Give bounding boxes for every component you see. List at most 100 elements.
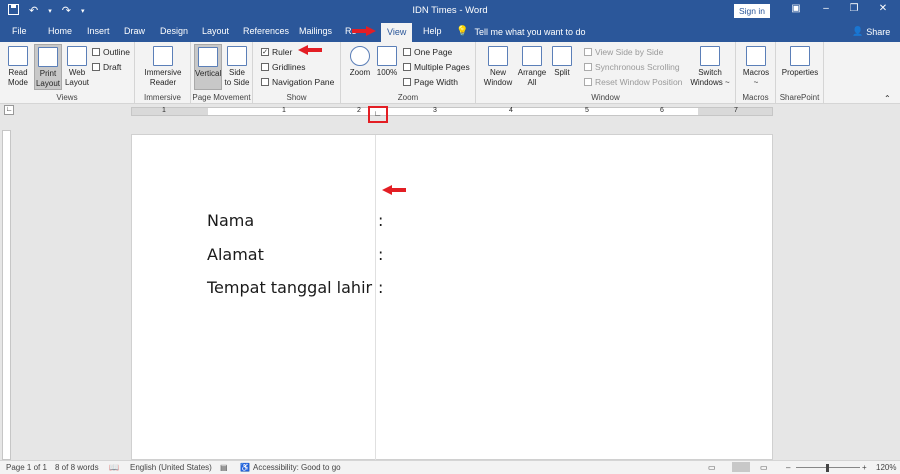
line-nama-label: Nama	[207, 211, 255, 230]
vertical-icon	[198, 47, 218, 67]
navigation-pane-label: Navigation Pane	[272, 77, 335, 87]
vertical-ruler[interactable]	[2, 130, 11, 460]
zoom-100-icon	[377, 46, 397, 66]
share-label: Share	[866, 26, 891, 37]
accessibility-icon[interactable]: ♿	[240, 463, 250, 472]
immersive-group: Immersive Reader Immersive	[135, 42, 191, 104]
multiple-pages-icon	[403, 63, 411, 71]
zoom-out-icon[interactable]: –	[786, 463, 790, 472]
split-button[interactable]: Split	[550, 44, 574, 78]
navigation-pane-check-icon	[261, 78, 269, 86]
tab-file[interactable]: File	[12, 26, 27, 36]
synchronous-scrolling-icon	[584, 63, 592, 71]
tab-design[interactable]: Design	[160, 26, 188, 36]
switch-windows-button[interactable]: Switch Windows ~	[690, 44, 730, 88]
navigation-pane-checkbox[interactable]: Navigation Pane	[261, 77, 334, 87]
title-bar: ↶ ▾ ↷ ▾ IDN Times - Word Sign in ▣ – ❐ ✕	[0, 0, 900, 22]
annotation-arrow-view	[352, 26, 376, 36]
side-to-side-button[interactable]: Side to Side	[224, 44, 250, 88]
collapse-ribbon-icon[interactable]: ⌃	[884, 94, 891, 103]
draft-icon	[92, 63, 100, 71]
share-button[interactable]: 👤 Share	[852, 26, 890, 37]
tab-selector-icon[interactable]: ∟	[4, 105, 14, 115]
page-movement-group-label: Page Movement	[192, 93, 251, 102]
zoom-button[interactable]: Zoom	[347, 44, 373, 78]
tab-guide-line	[375, 135, 376, 461]
zoom-slider-thumb[interactable]	[826, 464, 829, 472]
sharepoint-group-label: SharePoint	[779, 93, 820, 102]
zoom-in-icon[interactable]: +	[862, 463, 867, 472]
magnifier-icon	[350, 46, 370, 66]
document-page[interactable]: Nama : Alamat : Tempat tanggal lahir :	[131, 134, 773, 461]
ruler-checkbox[interactable]: ✓ Ruler	[261, 47, 292, 57]
switch-windows-icon	[700, 46, 720, 66]
show-group-label: Show	[286, 93, 307, 102]
properties-button[interactable]: Properties	[780, 44, 820, 78]
reset-window-position-button[interactable]: Reset Window Position	[584, 77, 682, 87]
view-side-by-side-button[interactable]: View Side by Side	[584, 47, 663, 57]
multiple-pages-button[interactable]: Multiple Pages	[403, 62, 470, 72]
immersive-reader-button[interactable]: Immersive Reader	[141, 44, 185, 88]
minimize-icon[interactable]: –	[814, 3, 838, 14]
proofing-icon[interactable]: 📖	[109, 463, 119, 472]
word-count[interactable]: 8 of 8 words	[55, 463, 99, 472]
tell-me-search[interactable]: 💡 Tell me what you want to do	[456, 26, 586, 37]
synchronous-scrolling-button[interactable]: Synchronous Scrolling	[584, 62, 680, 72]
tab-references[interactable]: References	[243, 26, 289, 36]
line-ttl-label: Tempat tanggal lahir	[207, 278, 373, 297]
tab-mailings[interactable]: Mailings	[299, 26, 332, 36]
vertical-button[interactable]: Vertical	[194, 44, 222, 90]
line-alamat-colon: :	[378, 245, 384, 264]
ruler-label: Ruler	[272, 47, 293, 57]
print-layout-button[interactable]: Print Layout	[34, 44, 62, 90]
accessibility-status[interactable]: Accessibility: Good to go	[253, 463, 341, 472]
one-page-button[interactable]: One Page	[403, 47, 452, 57]
web-layout-view-icon[interactable]: ▭	[760, 463, 768, 472]
multiple-pages-label: Multiple Pages	[414, 62, 470, 72]
new-window-icon	[488, 46, 508, 66]
macros-button[interactable]: Macros ~	[740, 44, 772, 88]
tab-help[interactable]: Help	[423, 26, 442, 36]
views-group: Read Mode Print Layout Web Layout Outlin…	[0, 42, 135, 104]
page-movement-group: Vertical Side to Side Page Movement	[191, 42, 253, 104]
tab-view[interactable]: View	[381, 23, 413, 42]
vertical-label: Vertical	[195, 69, 222, 78]
focus-mode-icon[interactable]: ▭	[708, 463, 716, 472]
sign-in-button[interactable]: Sign in	[734, 4, 770, 18]
tab-draw[interactable]: Draw	[124, 26, 145, 36]
immersive-group-label: Immersive	[144, 93, 181, 102]
page-count[interactable]: Page 1 of 1	[6, 463, 47, 472]
restore-icon[interactable]: ❐	[842, 3, 866, 14]
macro-record-icon[interactable]: ▤	[220, 463, 228, 472]
show-group: ✓ Ruler Gridlines Navigation Pane Show	[253, 42, 341, 104]
ruler-number: 1	[282, 107, 286, 114]
zoom-level[interactable]: 120%	[876, 463, 896, 472]
line-nama-colon: :	[378, 211, 384, 230]
close-icon[interactable]: ✕	[871, 3, 895, 14]
macros-icon	[746, 46, 766, 66]
print-layout-view-icon[interactable]	[732, 462, 750, 472]
web-layout-button[interactable]: Web Layout	[64, 44, 90, 88]
read-mode-button[interactable]: Read Mode	[4, 44, 32, 88]
outline-button[interactable]: Outline	[92, 47, 130, 57]
lightbulb-icon: 💡	[456, 26, 469, 37]
arrange-all-icon	[522, 46, 542, 66]
immersive-reader-label: Immersive Reader	[144, 68, 182, 87]
zoom-100-button[interactable]: 100%	[375, 44, 399, 78]
side-to-side-icon	[227, 46, 247, 66]
tab-home[interactable]: Home	[48, 26, 72, 36]
gridlines-checkbox[interactable]: Gridlines	[261, 62, 306, 72]
horizontal-ruler[interactable]: 1 1 2 3 4 5 6 7	[131, 107, 773, 116]
new-window-button[interactable]: New Window	[482, 44, 514, 88]
draft-button[interactable]: Draft	[92, 62, 121, 72]
page-width-button[interactable]: Page Width	[403, 77, 458, 87]
tab-layout[interactable]: Layout	[202, 26, 229, 36]
language[interactable]: English (United States)	[130, 463, 212, 472]
arrange-all-button[interactable]: Arrange All	[516, 44, 548, 88]
left-tab-stop-icon[interactable]: ∟	[374, 109, 382, 118]
macros-label: Macros ~	[742, 68, 770, 87]
gridlines-label: Gridlines	[272, 62, 306, 72]
ribbon-display-options-icon[interactable]: ▣	[784, 3, 808, 14]
one-page-label: One Page	[414, 47, 453, 57]
tab-insert[interactable]: Insert	[87, 26, 110, 36]
